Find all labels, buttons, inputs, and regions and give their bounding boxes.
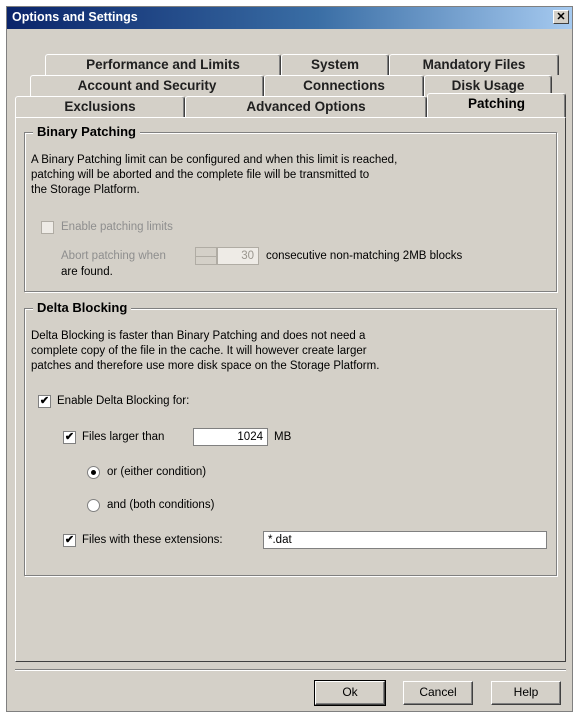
cancel-button-label: Cancel bbox=[419, 685, 457, 699]
enable-delta-blocking-checkbox[interactable]: ✔ bbox=[38, 395, 51, 408]
radio-either-condition[interactable] bbox=[87, 466, 100, 479]
delta-blocking-title: Delta Blocking bbox=[33, 300, 132, 315]
description-line: the Storage Platform. bbox=[31, 184, 140, 196]
tab-label: Connections bbox=[303, 78, 385, 93]
radio-both-conditions-label: and (both conditions) bbox=[107, 499, 215, 511]
tab-label: Exclusions bbox=[64, 99, 136, 114]
files-larger-than-label: Files larger than bbox=[82, 431, 165, 443]
close-button[interactable]: ✕ bbox=[553, 10, 569, 24]
enable-delta-blocking-label: Enable Delta Blocking for: bbox=[57, 395, 190, 407]
tab-label: System bbox=[310, 57, 360, 72]
options-dialog: Options and Settings ✕ Performance and L… bbox=[6, 6, 573, 712]
patching-panel: Binary Patching A Binary Patching limit … bbox=[15, 117, 566, 662]
tab-mandatory-files[interactable]: Mandatory Files bbox=[389, 54, 559, 75]
abort-prefix-label: Abort patching when bbox=[61, 250, 166, 262]
radio-either-condition-label: or (either condition) bbox=[107, 466, 207, 478]
cancel-button[interactable]: Cancel bbox=[403, 681, 473, 705]
abort-count-spinner[interactable] bbox=[195, 247, 217, 265]
radio-selected-dot bbox=[91, 470, 96, 475]
checkmark-icon: ✔ bbox=[64, 431, 75, 443]
ok-button[interactable]: Ok bbox=[314, 680, 386, 706]
abort-suffix-label: consecutive non-matching 2MB blocks bbox=[266, 250, 463, 262]
tab-exclusions[interactable]: Exclusions bbox=[15, 96, 185, 117]
tab-connections[interactable]: Connections bbox=[264, 75, 424, 96]
description-line: patches and therefore use more disk spac… bbox=[31, 360, 380, 372]
enable-patching-limits-label: Enable patching limits bbox=[61, 221, 173, 233]
tab-label: Account and Security bbox=[77, 78, 217, 93]
abort-suffix-label-2: are found. bbox=[61, 266, 113, 278]
tab-patching[interactable]: Patching bbox=[427, 93, 566, 117]
tab-label: Patching bbox=[467, 96, 525, 111]
tab-performance-and-limits[interactable]: Performance and Limits bbox=[45, 54, 281, 75]
files-larger-than-input[interactable]: 1024 bbox=[193, 428, 268, 446]
enable-patching-limits-checkbox[interactable] bbox=[41, 221, 54, 234]
binary-patching-group: Binary Patching A Binary Patching limit … bbox=[24, 124, 557, 292]
tab-label: Disk Usage bbox=[451, 78, 525, 93]
tab-account-and-security[interactable]: Account and Security bbox=[30, 75, 264, 96]
tab-system[interactable]: System bbox=[281, 54, 389, 75]
checkmark-icon: ✔ bbox=[64, 534, 75, 546]
button-separator bbox=[15, 669, 566, 671]
size-unit-label: MB bbox=[274, 431, 292, 443]
binary-patching-title: Binary Patching bbox=[33, 124, 140, 139]
tab-label: Mandatory Files bbox=[422, 57, 526, 72]
tab-label: Advanced Options bbox=[246, 99, 366, 114]
help-button[interactable]: Help bbox=[491, 681, 561, 705]
extensions-input[interactable]: *.dat bbox=[263, 531, 547, 549]
binary-patching-description: A Binary Patching limit can be configure… bbox=[31, 153, 397, 198]
description-line: A Binary Patching limit can be configure… bbox=[31, 154, 398, 166]
window-title: Options and Settings bbox=[12, 10, 138, 24]
checkmark-icon: ✔ bbox=[39, 395, 50, 407]
tab-label: Performance and Limits bbox=[86, 57, 240, 72]
files-with-extensions-checkbox[interactable]: ✔ bbox=[63, 534, 76, 547]
delta-blocking-description: Delta Blocking is faster than Binary Pat… bbox=[31, 329, 379, 374]
description-line: patching will be aborted and the complet… bbox=[31, 169, 370, 181]
tab-advanced-options[interactable]: Advanced Options bbox=[185, 96, 427, 117]
delta-blocking-group: Delta Blocking Delta Blocking is faster … bbox=[24, 300, 557, 576]
help-button-label: Help bbox=[513, 685, 539, 699]
spinner-up bbox=[196, 248, 216, 257]
description-line: complete copy of the file in the cache. … bbox=[31, 345, 367, 357]
description-line: Delta Blocking is faster than Binary Pat… bbox=[31, 330, 366, 342]
files-larger-than-checkbox[interactable]: ✔ bbox=[63, 431, 76, 444]
abort-count-input[interactable]: 30 bbox=[217, 247, 259, 265]
files-with-extensions-label: Files with these extensions: bbox=[82, 534, 223, 546]
ok-button-label: Ok bbox=[342, 685, 358, 699]
close-icon: ✕ bbox=[556, 11, 566, 23]
radio-both-conditions[interactable] bbox=[87, 499, 100, 512]
title-bar[interactable]: Options and Settings ✕ bbox=[7, 7, 572, 29]
